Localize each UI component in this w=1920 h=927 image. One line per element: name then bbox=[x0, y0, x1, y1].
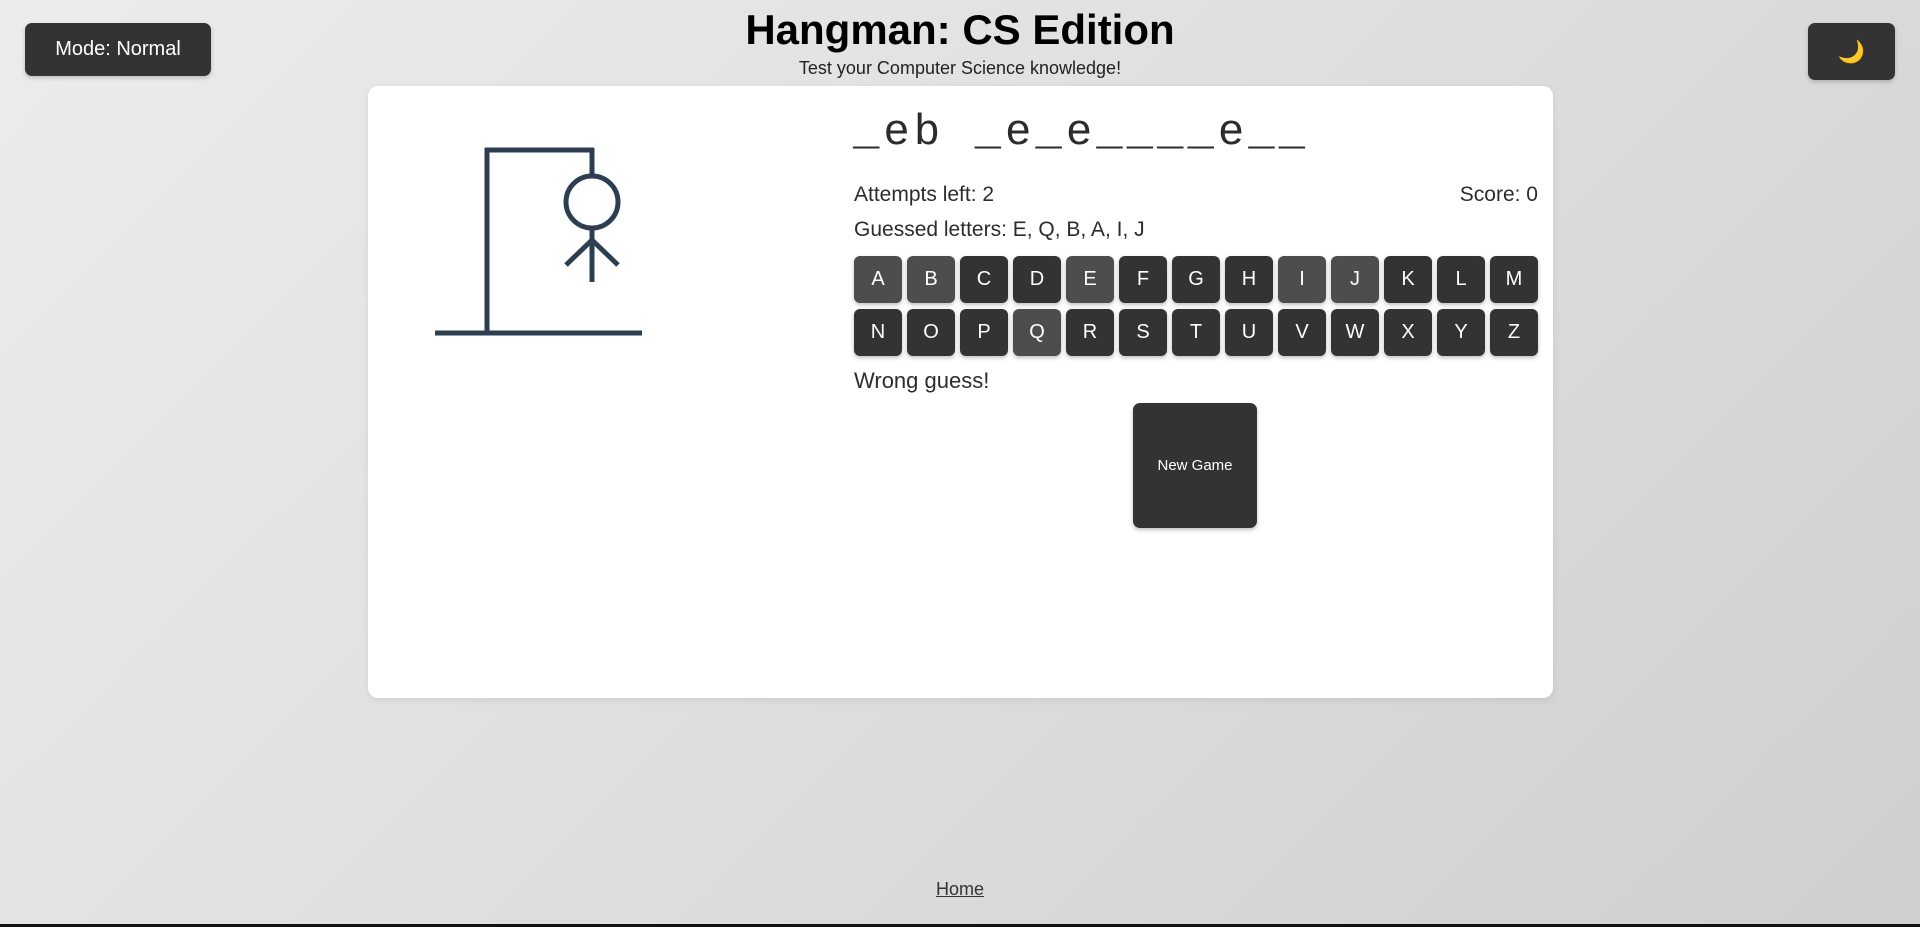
letter-key-o[interactable]: O bbox=[907, 309, 955, 356]
hangman-left-arm bbox=[564, 238, 594, 267]
letter-key-h[interactable]: H bbox=[1225, 256, 1273, 303]
letter-key-k[interactable]: K bbox=[1384, 256, 1432, 303]
letter-key-t[interactable]: T bbox=[1172, 309, 1220, 356]
letter-key-m[interactable]: M bbox=[1490, 256, 1538, 303]
game-message: Wrong guess! bbox=[854, 368, 990, 393]
letter-key-d[interactable]: D bbox=[1013, 256, 1061, 303]
letter-key-u[interactable]: U bbox=[1225, 309, 1273, 356]
letter-key-y[interactable]: Y bbox=[1437, 309, 1485, 356]
letter-key-l[interactable]: L bbox=[1437, 256, 1485, 303]
letter-key-s[interactable]: S bbox=[1119, 309, 1167, 356]
letter-key-p[interactable]: P bbox=[960, 309, 1008, 356]
letter-key-a[interactable]: A bbox=[854, 256, 902, 303]
hangman-head bbox=[563, 173, 621, 231]
hangman-right-arm bbox=[590, 238, 620, 267]
letter-key-f[interactable]: F bbox=[1119, 256, 1167, 303]
letter-key-r[interactable]: R bbox=[1066, 309, 1114, 356]
letter-key-g[interactable]: G bbox=[1172, 256, 1220, 303]
letter-key-e[interactable]: E bbox=[1066, 256, 1114, 303]
page-subtitle: Test your Computer Science knowledge! bbox=[798, 58, 1122, 78]
letter-key-b[interactable]: B bbox=[907, 256, 955, 303]
letter-key-v[interactable]: V bbox=[1278, 309, 1326, 356]
letter-key-z[interactable]: Z bbox=[1490, 309, 1538, 356]
page-title: Hangman: CS Edition bbox=[745, 6, 1175, 53]
home-link[interactable]: Home bbox=[936, 879, 984, 899]
letter-key-q[interactable]: Q bbox=[1013, 309, 1061, 356]
game-card: _eb _e_e____e__ Attempts left: 2 Score: … bbox=[368, 86, 1553, 698]
letter-key-w[interactable]: W bbox=[1331, 309, 1379, 356]
footer: Home bbox=[0, 879, 1920, 900]
attempts-left: Attempts left: 2 bbox=[854, 183, 995, 206]
hangman-drawing bbox=[435, 147, 642, 336]
letter-keyboard: ABCDEFGHIJKLM NOPQRSTUVWXYZ bbox=[854, 256, 1539, 356]
letter-key-j[interactable]: J bbox=[1331, 256, 1379, 303]
letter-key-c[interactable]: C bbox=[960, 256, 1008, 303]
theme-toggle-button[interactable]: 🌙 bbox=[1808, 23, 1895, 80]
letter-key-x[interactable]: X bbox=[1384, 309, 1432, 356]
new-game-button[interactable]: New Game bbox=[1133, 403, 1257, 528]
moon-icon: 🌙 bbox=[1837, 38, 1866, 64]
letter-key-n[interactable]: N bbox=[854, 309, 902, 356]
guessed-letters: Guessed letters: E, Q, B, A, I, J bbox=[854, 218, 1145, 241]
word-display: _eb _e_e____e__ bbox=[853, 108, 1310, 158]
letter-key-i[interactable]: I bbox=[1278, 256, 1326, 303]
score: Score: 0 bbox=[1459, 183, 1538, 206]
